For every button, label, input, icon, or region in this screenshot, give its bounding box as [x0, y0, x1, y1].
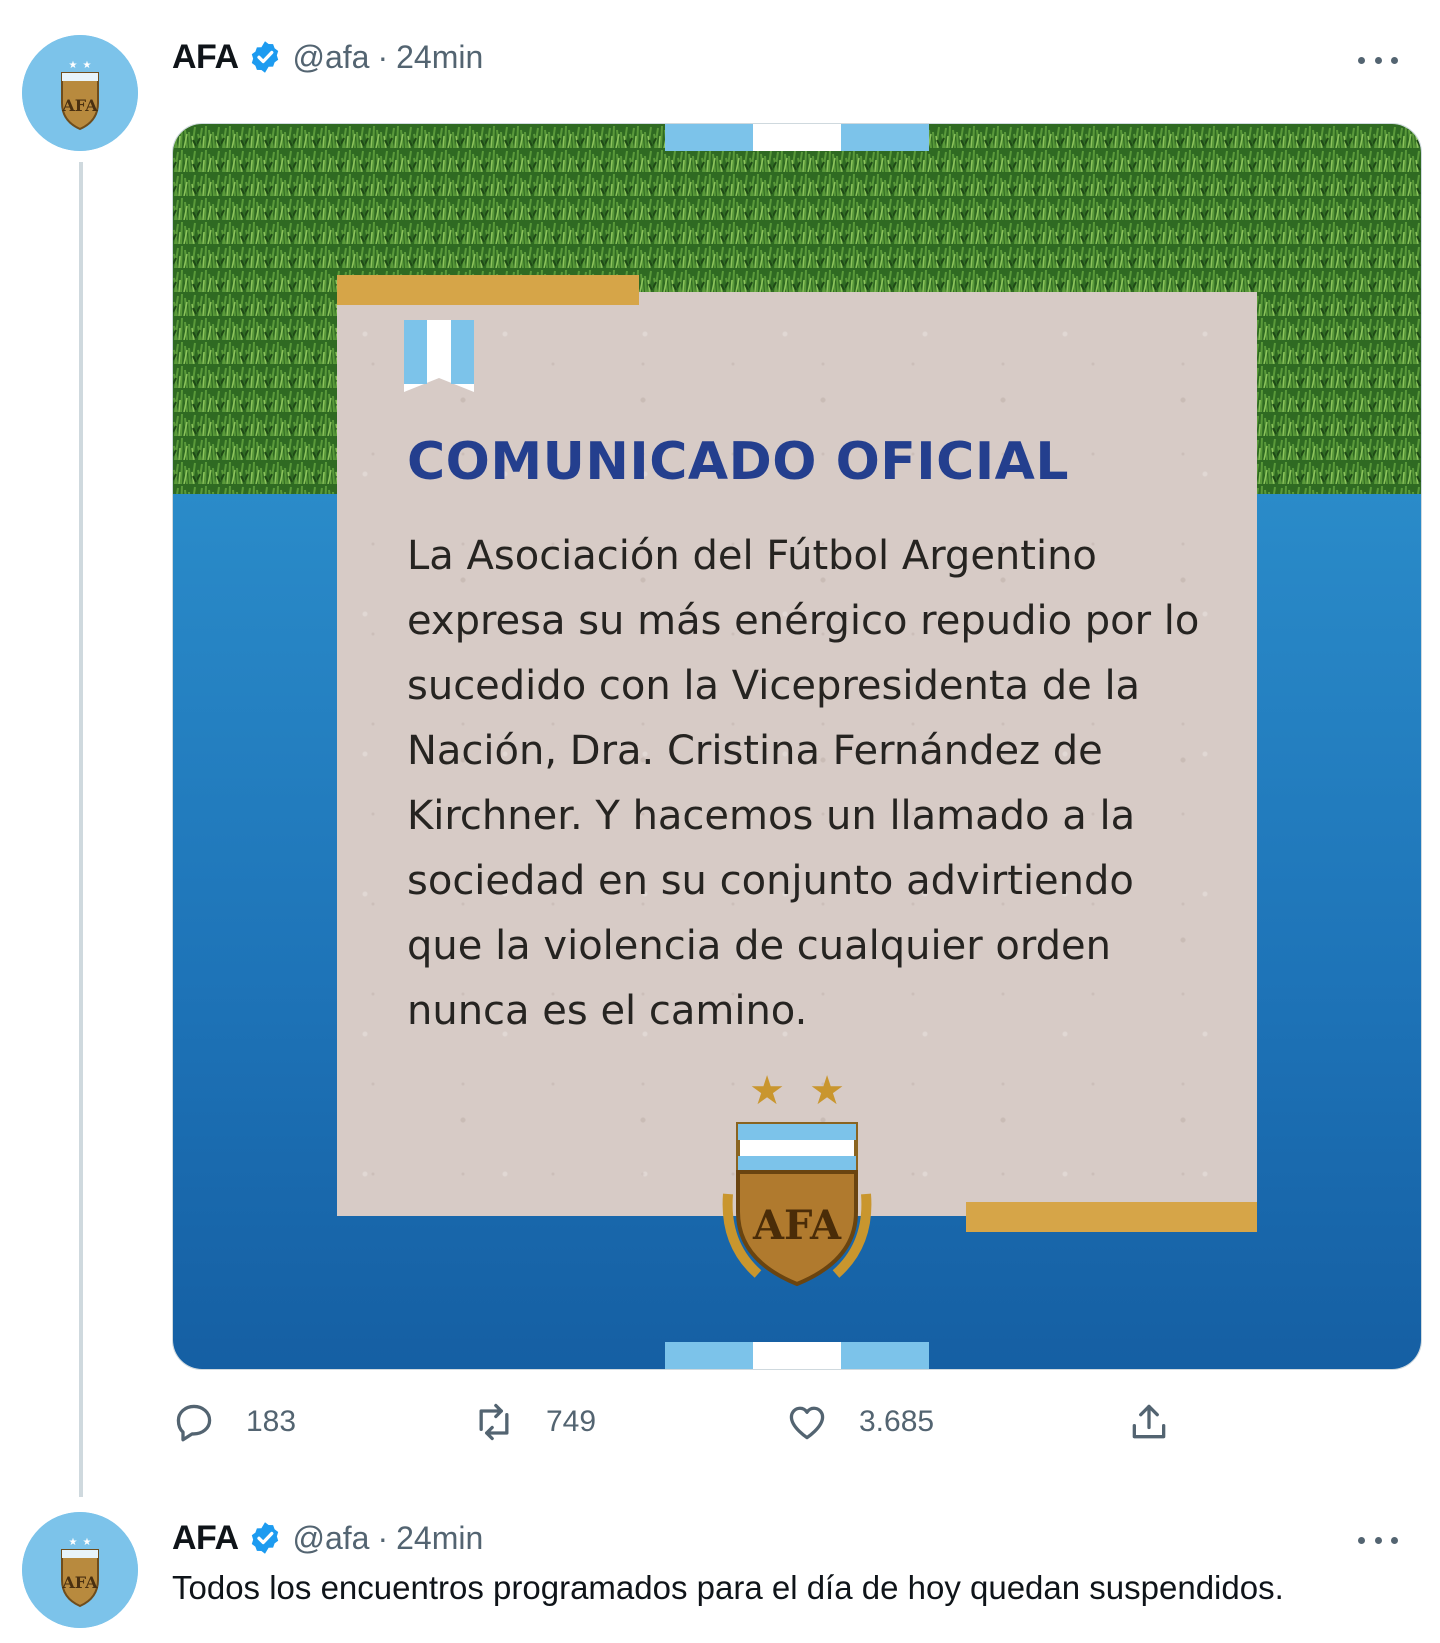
- afa-avatar[interactable]: AFA ★ ★: [22, 1512, 138, 1628]
- tweet-text: Todos los encuentros programados para el…: [172, 1569, 1284, 1606]
- tweet-2[interactable]: AFA ★ ★ AFA @afa · 24min Todos los encue…: [0, 0, 1440, 1643]
- author-handle[interactable]: @afa: [293, 1520, 370, 1557]
- afa-crest-icon: AFA ★ ★: [22, 1512, 138, 1628]
- svg-text:AFA: AFA: [61, 1573, 98, 1592]
- more-icon[interactable]: [1358, 1530, 1398, 1550]
- author-name[interactable]: AFA: [172, 1519, 239, 1558]
- timestamp[interactable]: 24min: [396, 1520, 483, 1557]
- verified-icon: [251, 1522, 278, 1554]
- separator: ·: [377, 1519, 389, 1556]
- svg-text:★: ★: [83, 1537, 92, 1548]
- svg-text:★: ★: [69, 1537, 78, 1548]
- tweet-header: AFA @afa · 24min: [172, 1513, 483, 1563]
